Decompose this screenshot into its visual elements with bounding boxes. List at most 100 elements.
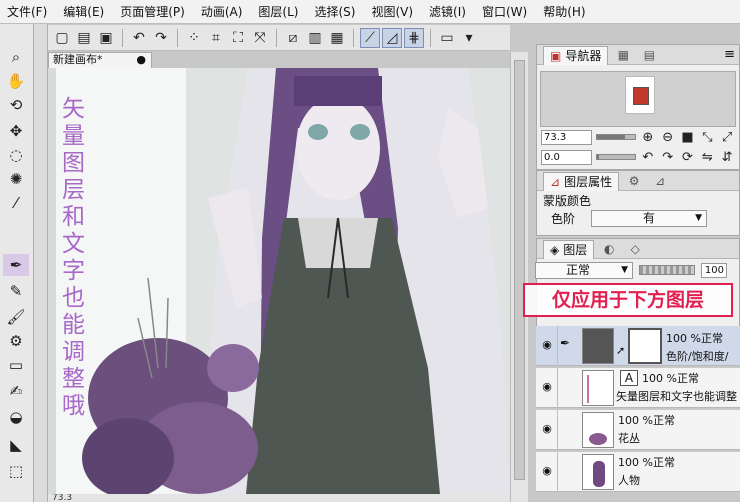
toolbar-divider — [122, 28, 123, 47]
scale-icon[interactable]: ⤧ — [250, 28, 270, 48]
info-icon[interactable]: ▤ — [638, 47, 660, 63]
toolbar-divider — [177, 28, 178, 47]
rotate-slider-fill — [597, 155, 600, 159]
zoom-field[interactable]: 73.3 — [541, 129, 593, 145]
layer-row[interactable]: ◉ ✒ ➚ 100 %正常 色阶/饱和度/ — [536, 326, 740, 366]
eye-icon[interactable]: ◉ — [540, 380, 554, 394]
tab-document[interactable]: 新建画布* ● — [48, 52, 152, 68]
flip-h-icon[interactable]: ⇋ — [699, 150, 715, 165]
opacity-field[interactable]: 100 — [701, 262, 727, 278]
redo-icon[interactable]: ↷ — [151, 28, 171, 48]
rotate-slider[interactable] — [596, 154, 636, 160]
flip-v-icon[interactable]: ⇵ — [719, 150, 735, 165]
brush-size-icon[interactable]: ⊿ — [649, 173, 671, 189]
menu-file[interactable]: 文件(F) — [0, 0, 56, 24]
tool-property-icon[interactable]: ⚙ — [623, 173, 645, 189]
layer-name: 色阶/饱和度/ — [666, 350, 729, 363]
magic-wand-icon[interactable]: ✺ — [3, 168, 29, 190]
close-icon[interactable]: ● — [136, 53, 146, 67]
layer-name: 矢量图层和文字也能调整 — [616, 390, 737, 403]
snap-curve-icon[interactable]: ◿ — [382, 27, 402, 48]
zoom-in-icon[interactable]: ⊕ — [640, 130, 656, 145]
menu-animation[interactable]: 动画(A) — [194, 0, 252, 24]
eye-icon[interactable]: ◉ — [540, 464, 554, 478]
opacity-slider[interactable] — [639, 265, 695, 275]
tab-layer[interactable]: ◈ 图层 — [543, 240, 595, 259]
layer-row[interactable]: ◉ A 100 %正常 矢量图层和文字也能调整 — [536, 368, 740, 408]
layer-row-divider — [557, 368, 558, 408]
canvas[interactable]: 矢量图层和文字也能调整哦 — [48, 68, 510, 494]
rotate-field[interactable]: 0.0 — [541, 149, 593, 165]
navigator-tab-bar: ▣ 导航器 ▦ ▤ ≡ — [537, 45, 739, 65]
level-value: 有 — [643, 210, 656, 225]
fit-window-icon[interactable]: ⤢ — [719, 130, 735, 145]
snap-ruler-icon[interactable]: ⧄ — [283, 28, 303, 48]
tab-layer-property[interactable]: ⊿ 图层属性 — [543, 172, 620, 191]
transform-icon[interactable]: ⛶ — [228, 28, 248, 48]
menu-view[interactable]: 视图(V) — [364, 0, 422, 24]
undo-icon[interactable]: ↶ — [129, 28, 149, 48]
crop-icon[interactable]: ⌗ — [206, 28, 226, 48]
menu-help[interactable]: 帮助(H) — [536, 0, 594, 24]
rotate-left-icon[interactable]: ↶ — [640, 150, 656, 165]
vertical-scrollbar[interactable] — [510, 52, 528, 502]
rotate-right-icon[interactable]: ↷ — [660, 150, 676, 165]
pencil-icon[interactable]: ✎ — [3, 280, 29, 302]
hand-icon[interactable]: ✋ — [3, 70, 29, 92]
rotate-view-icon[interactable]: ⟲ — [3, 94, 29, 116]
snap-special-icon[interactable]: ▦ — [327, 28, 347, 48]
zoom-out-icon[interactable]: ⊖ — [660, 130, 676, 145]
eraser-icon[interactable]: ▭ — [3, 354, 29, 376]
level-select[interactable]: 有 ▼ — [591, 209, 708, 227]
snap-line-icon[interactable]: ⟋ — [360, 27, 380, 48]
actual-size-icon[interactable]: ■ — [680, 130, 696, 145]
chevron-down-icon[interactable]: ▾ — [459, 28, 479, 48]
menu-layer[interactable]: 图层(L) — [251, 0, 307, 24]
layer-opacity-blend: 100 %正常 — [642, 372, 699, 385]
color-set-icon[interactable]: ◐ — [598, 241, 620, 257]
layer-opacity-blend: 100 %正常 — [618, 414, 675, 427]
new-icon[interactable]: ▢ — [52, 28, 72, 48]
menu-select[interactable]: 选择(S) — [307, 0, 364, 24]
zoom-readout: 73.3 — [52, 494, 73, 502]
pen-icon[interactable]: ✒ — [3, 254, 29, 276]
reset-rotate-icon[interactable]: ⟳ — [680, 150, 696, 165]
layer-row[interactable]: ◉ 100 %正常 人物 — [536, 452, 740, 492]
blend-mode-select[interactable]: 正常 ▼ — [535, 261, 633, 279]
tab-navigator[interactable]: ▣ 导航器 — [543, 46, 609, 65]
layer-row[interactable]: ◉ 100 %正常 花丛 — [536, 410, 740, 450]
open-icon[interactable]: ▤ — [74, 28, 94, 48]
screen-icon[interactable]: ▭ — [437, 28, 457, 48]
grid-toggle-icon[interactable]: ⋕ — [404, 27, 424, 48]
menu-page[interactable]: 页面管理(P) — [113, 0, 194, 24]
lasso-icon[interactable]: ◌ — [3, 144, 29, 166]
panel-menu-icon[interactable]: ≡ — [724, 47, 735, 62]
menu-edit[interactable]: 编辑(E) — [56, 0, 113, 24]
snap-grid-icon[interactable]: ▥ — [305, 28, 325, 48]
navigator-preview[interactable] — [540, 71, 736, 127]
menu-window[interactable]: 窗口(W) — [475, 0, 536, 24]
material-icon[interactable]: ◇ — [624, 241, 646, 257]
pen-icon: ✒ — [560, 336, 571, 350]
blend-icon[interactable]: ✍ — [3, 380, 29, 402]
scrollbar-thumb[interactable] — [514, 60, 525, 480]
fit-icon[interactable]: ⤡ — [699, 130, 715, 145]
fill-icon[interactable]: ◒ — [3, 406, 29, 428]
airbrush-icon[interactable]: ⚙ — [3, 330, 29, 352]
layer-opacity-blend: 100 %正常 — [618, 456, 675, 469]
menu-filter[interactable]: 滤镜(I) — [422, 0, 475, 24]
layer-blend-row: 正常 ▼ 100 — [535, 259, 739, 281]
zoom-slider[interactable] — [596, 134, 636, 140]
eye-icon[interactable]: ◉ — [540, 338, 554, 352]
figure-ruler-icon[interactable]: ⬚ — [3, 460, 29, 482]
save-icon[interactable]: ▣ — [96, 28, 116, 48]
eye-icon[interactable]: ◉ — [540, 422, 554, 436]
subview-icon[interactable]: ▦ — [612, 47, 634, 63]
clear-selection-icon[interactable]: ⁘ — [184, 28, 204, 48]
move-icon[interactable]: ✥ — [3, 120, 29, 142]
artwork-illustration — [82, 68, 510, 494]
gradient-icon[interactable]: ◣ — [3, 434, 29, 456]
brush-icon[interactable]: 🖌 — [3, 306, 29, 328]
magnifier-icon[interactable]: ⌕ — [3, 46, 29, 68]
eyedropper-icon[interactable]: ⁄ — [3, 192, 29, 214]
